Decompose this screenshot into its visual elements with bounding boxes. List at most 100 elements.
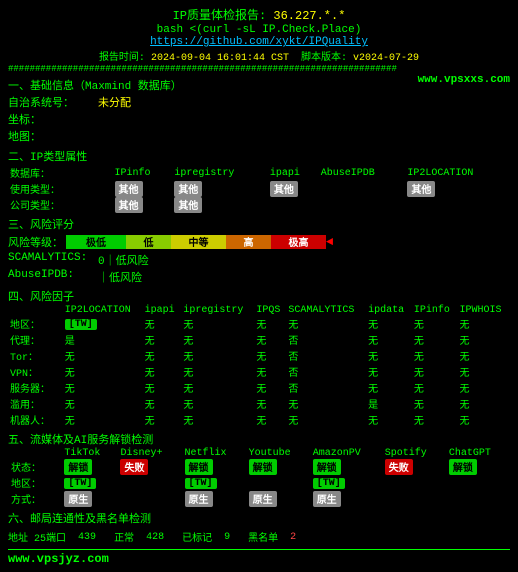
pass-label: 正常 <box>114 529 134 545</box>
company-type-ipregistry: 其他 <box>174 197 202 213</box>
pass-val: 428 <box>146 532 164 543</box>
server-ipqs: 无 <box>254 380 286 396</box>
tor-ipinfo: 无 <box>412 348 458 364</box>
watermark: www.vpsxxs.com <box>418 74 510 86</box>
abuse-label: 滥用： <box>8 396 63 412</box>
bot-ipreg: 无 <box>181 412 254 428</box>
company-type-label: 公司类型： <box>8 197 113 213</box>
method-spotify <box>382 491 446 507</box>
server-ip2l: 无 <box>63 380 143 396</box>
section2-header: 二、IP类型属性 <box>8 148 510 164</box>
section6-header: 六、邮局连通性及黑名单检测 <box>8 510 510 526</box>
report-container: IP质量体检报告: 36.227.*.* bash <(curl -sL IP.… <box>8 6 510 566</box>
region-val: 未分配 <box>98 94 131 110</box>
server-ipdata: 无 <box>366 380 412 396</box>
section6-bottom: 地址 25端口 439 正常 428 已标记 9 黑名单 2 <box>8 529 510 545</box>
s4-col-ipwhois: IPWHOIS <box>457 305 510 316</box>
tor-ipdata: 无 <box>366 348 412 364</box>
region-ip2l: [TW] <box>65 319 97 330</box>
risk-low: 低 <box>126 235 171 249</box>
db25-val: 439 <box>78 532 96 543</box>
section2-table: 数据库： IPinfo ipregistry ipapi AbuseIPDB I… <box>8 165 510 213</box>
s5-col-chatgpt: ChatGPT <box>446 448 510 459</box>
bot-ipapi: 无 <box>143 412 182 428</box>
proxy-scam: 否 <box>286 332 366 348</box>
blacklist-label: 黑名单 <box>248 529 278 545</box>
method-tiktok: 原生 <box>64 491 92 507</box>
bot-scam: 无 <box>286 412 366 428</box>
footer-url: www.vpsjyz.com <box>8 552 109 566</box>
script-label: 脚本版本: <box>301 53 347 64</box>
s5-col-amazonpv: AmazonPV <box>310 448 382 459</box>
server-ipreg: 无 <box>181 380 254 396</box>
s4-col-scamalytics: SCAMALYTICS <box>286 305 366 316</box>
s5-empty <box>8 448 61 459</box>
bot-ipdata: 无 <box>366 412 412 428</box>
col-ipregistry: ipregistry <box>172 165 268 181</box>
map-label: 地图： <box>8 128 98 144</box>
vpn-ipapi: 无 <box>143 364 182 380</box>
vpn-ipdata: 无 <box>366 364 412 380</box>
vpn-scam: 否 <box>286 364 366 380</box>
use-type-ipregistry: 其他 <box>174 181 202 197</box>
risk-high: 高 <box>226 235 271 249</box>
github-link[interactable]: https://github.com/xykt/IPQuality <box>150 36 368 48</box>
tor-ip2l: 无 <box>63 348 143 364</box>
abuseipdb-row: AbuseIPDB: ｜低风险 <box>8 269 510 285</box>
db-label: 数据库： <box>8 165 113 181</box>
region-ipqs: 无 <box>254 316 286 332</box>
coord-label: 坐标： <box>8 111 98 127</box>
col-ipapi: ipapi <box>268 165 319 181</box>
risk-verylow: 极低 <box>66 235 126 249</box>
section5-table: TikTok Disney+ Netflix Youtube AmazonPV … <box>8 448 510 507</box>
use-type-ipinfo: 其他 <box>115 181 143 197</box>
cmd-line: bash <(curl -sL IP.Check.Place) <box>8 24 510 36</box>
report-time-label: 报告时间: <box>99 53 145 64</box>
cmd-text: bash <(curl -sL IP.Check.Place) <box>157 24 362 36</box>
tor-ipwhois: 无 <box>457 348 510 364</box>
abuse-ipapi: 无 <box>143 396 182 412</box>
use-type-label: 使用类型： <box>8 181 113 197</box>
risk-bar: 风险等级： 极低 低 中等 高 极高 ◄ <box>8 234 510 250</box>
abuse-ip2l: 无 <box>63 396 143 412</box>
tor-ipreg: 无 <box>181 348 254 364</box>
proxy-ipqs: 无 <box>254 332 286 348</box>
use-type-ipapi: 其他 <box>270 181 298 197</box>
region-factor-label: 地区： <box>8 316 63 332</box>
abuse-ipdata: 是 <box>366 396 412 412</box>
region-ipdata: 无 <box>366 316 412 332</box>
risk-arrow: ◄ <box>326 235 333 249</box>
region-ipreg: 无 <box>181 316 254 332</box>
region-ipapi: 无 <box>143 316 182 332</box>
coord-row: 坐标： <box>8 111 182 127</box>
abuse-ipinfo: 无 <box>412 396 458 412</box>
method-youtube: 原生 <box>249 491 277 507</box>
region-row: 自治系统号： 未分配 <box>8 94 182 110</box>
tor-ipqs: 无 <box>254 348 286 364</box>
tor-scam: 否 <box>286 348 366 364</box>
server-ipapi: 无 <box>143 380 182 396</box>
proxy-ip2l: 是 <box>63 332 143 348</box>
abuse-ipwhois: 无 <box>457 396 510 412</box>
blacklist-val: 2 <box>290 532 296 543</box>
tor-ipapi: 无 <box>143 348 182 364</box>
vpn-ipwhois: 无 <box>457 364 510 380</box>
bot-ipqs: 无 <box>254 412 286 428</box>
risk-mid: 中等 <box>171 235 226 249</box>
col-abuseipdb: AbuseIPDB <box>319 165 406 181</box>
section1-header: 一、基础信息（Maxmind 数据库） <box>8 77 182 93</box>
section5-header: 五、流媒体及AI服务解锁检测 <box>8 431 510 447</box>
col-ipinfo: IPinfo <box>113 165 173 181</box>
bot-ip2l: 无 <box>63 412 143 428</box>
vpn-ip2l: 无 <box>63 364 143 380</box>
abuse-ipqs: 无 <box>254 396 286 412</box>
server-scam: 否 <box>286 380 366 396</box>
company-type-ipinfo: 其他 <box>115 197 143 213</box>
server-ipinfo: 无 <box>412 380 458 396</box>
report-time: 2024-09-04 16:01:44 CST <box>151 53 289 64</box>
bot-ipinfo: 无 <box>412 412 458 428</box>
region-ipinfo: 无 <box>412 316 458 332</box>
tor-label: Tor： <box>8 348 63 364</box>
s5-col-netflix: Netflix <box>182 448 246 459</box>
vpn-ipqs: 无 <box>254 364 286 380</box>
